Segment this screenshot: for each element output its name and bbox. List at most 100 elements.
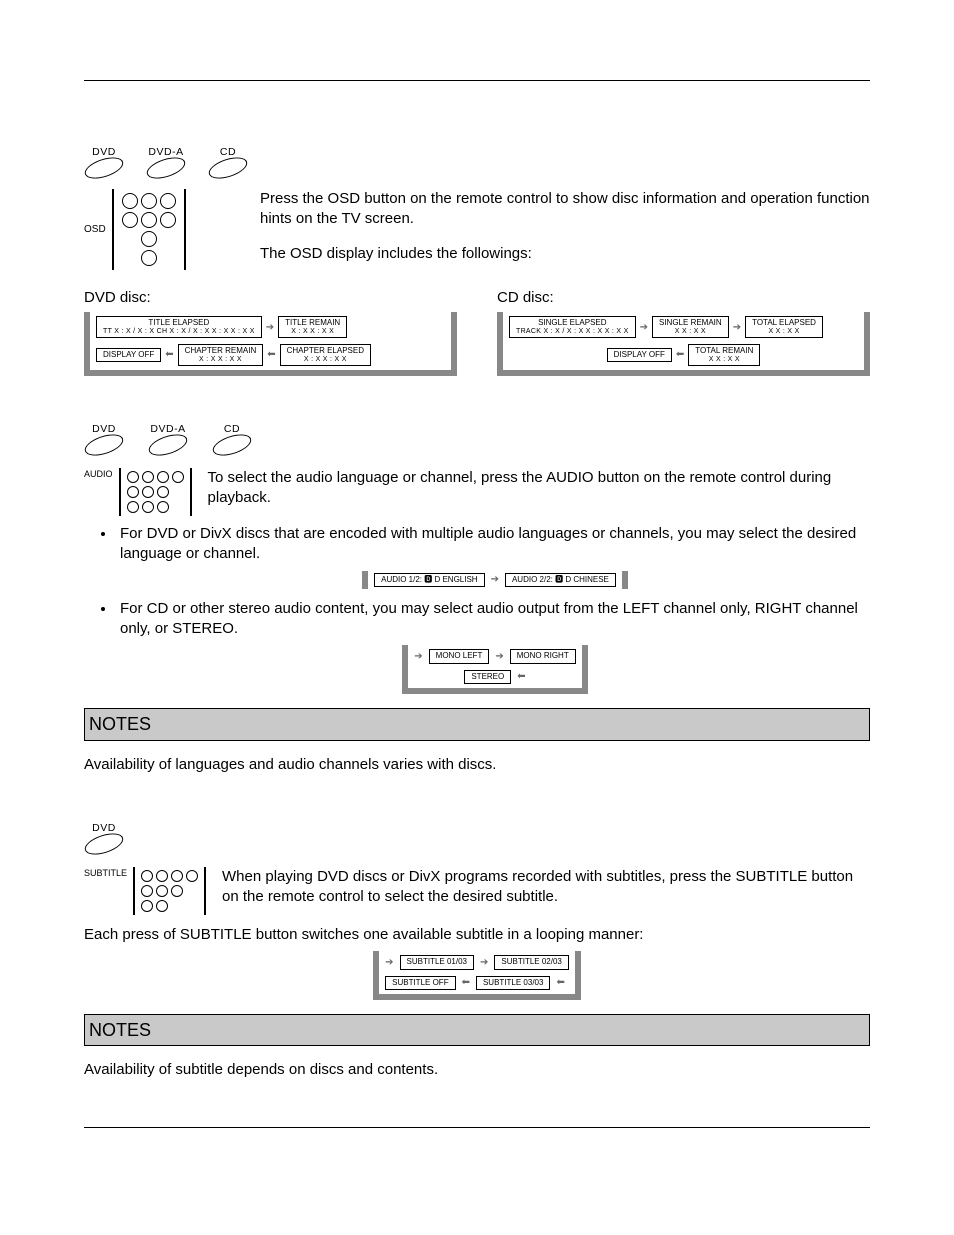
audio-disc-tags: DVD DVD-A CD	[84, 422, 870, 454]
remote-button-icon	[127, 501, 139, 513]
remote-button-icon	[172, 471, 184, 483]
subtitle-label: SUBTITLE	[84, 867, 127, 879]
remote-button-icon	[171, 885, 183, 897]
notes-body: Availability of subtitle depends on disc…	[84, 1060, 870, 1080]
remote-icon	[133, 867, 206, 915]
arrow-right-icon	[491, 573, 499, 587]
remote-button-icon	[160, 212, 176, 228]
remote-button-icon	[157, 501, 169, 513]
state-subtitle-3: SUBTITLE 03/03	[476, 976, 550, 990]
osd-disc-tags: DVD DVD-A CD	[84, 145, 870, 177]
arrow-left-icon	[676, 348, 684, 362]
remote-button-icon	[141, 900, 153, 912]
state-sub: X : X X : X X	[285, 328, 340, 335]
arrow-right-icon	[640, 321, 648, 335]
remote-button-icon	[186, 870, 198, 882]
remote-button-icon	[141, 231, 157, 247]
cd-osd-cycle: SINGLE ELAPSED TRACK X : X / X : X X : X…	[497, 312, 870, 375]
state-display-off-cd: DISPLAY OFF	[607, 348, 672, 362]
osd-paragraph-2: The OSD display includes the followings:	[260, 244, 870, 264]
arrow-right-icon	[385, 956, 393, 970]
dvd-flow-title: DVD disc:	[84, 288, 457, 308]
audio-li1: For DVD or DivX discs that are encoded w…	[120, 525, 856, 562]
audio-list: For DVD or DivX discs that are encoded w…	[116, 524, 870, 694]
remote-button-icon	[141, 885, 153, 897]
remote-button-icon	[122, 193, 138, 209]
tag-cd: CD	[212, 422, 252, 454]
subtitle-cycle: SUBTITLE 01/03 SUBTITLE 02/03 SUBTITLE O…	[373, 951, 581, 1000]
state-label: TITLE ELAPSED	[103, 319, 255, 327]
list-item: For CD or other stereo audio content, yo…	[116, 599, 870, 694]
list-item: For DVD or DivX discs that are encoded w…	[116, 524, 870, 589]
state-label: SINGLE REMAIN	[659, 319, 722, 327]
state-subtitle-2: SUBTITLE 02/03	[494, 955, 568, 969]
subtitle-disc-tags: DVD	[84, 821, 870, 853]
dvd-flow-col: DVD disc: TITLE ELAPSED TT X : X / X : X…	[84, 288, 457, 376]
cd-flow-col: CD disc: SINGLE ELAPSED TRACK X : X / X …	[497, 288, 870, 376]
state-label: SINGLE ELAPSED	[516, 319, 629, 327]
tag-dvd: DVD	[84, 422, 124, 454]
state-display-off: DISPLAY OFF	[96, 348, 161, 362]
remote-button-icon	[156, 885, 168, 897]
remote-button-icon	[122, 212, 138, 228]
remote-button-icon	[127, 486, 139, 498]
osd-flow-pair: DVD disc: TITLE ELAPSED TT X : X / X : X…	[84, 288, 870, 376]
state-audio-english: AUDIO 1/2: 🅳 D ENGLISH	[374, 573, 484, 587]
state-chapter-elapsed: CHAPTER ELAPSED X : X X : X X	[280, 344, 371, 366]
state-stereo: STEREO	[464, 670, 511, 684]
state-label: CHAPTER ELAPSED	[287, 347, 364, 355]
state-label: CHAPTER REMAIN	[185, 347, 257, 355]
state-sub: X : X X : X X	[287, 356, 364, 363]
ellipse-icon	[82, 153, 126, 182]
audio-row: AUDIO To select the audio language or ch…	[84, 468, 870, 516]
state-label: TITLE REMAIN	[285, 319, 340, 327]
stereo-cycle: MONO LEFT MONO RIGHT STEREO	[402, 645, 587, 694]
remote-icon	[112, 189, 186, 270]
state-single-elapsed: SINGLE ELAPSED TRACK X : X / X : X X : X…	[509, 316, 636, 338]
audio-li2: For CD or other stereo audio content, yo…	[120, 600, 858, 637]
state-audio-chinese: AUDIO 2/2: 🅳 D CHINESE	[505, 573, 616, 587]
cd-flow-title: CD disc:	[497, 288, 870, 308]
remote-button-icon	[141, 193, 157, 209]
state-subtitle-off: SUBTITLE OFF	[385, 976, 455, 990]
notes-heading: NOTES	[84, 1014, 870, 1046]
arrow-right-icon	[733, 321, 741, 335]
dvd-osd-cycle: TITLE ELAPSED TT X : X / X : X CH X : X …	[84, 312, 457, 375]
osd-text: Press the OSD button on the remote contr…	[260, 189, 870, 264]
subtitle-remote-illustration: SUBTITLE	[84, 867, 206, 915]
remote-button-icon	[141, 870, 153, 882]
remote-icon	[119, 468, 192, 516]
remote-button-icon	[127, 471, 139, 483]
arrow-left-icon	[462, 976, 470, 990]
state-label: DISPLAY OFF	[103, 351, 154, 359]
arrow-left-icon	[517, 670, 525, 684]
state-subtitle-1: SUBTITLE 01/03	[400, 955, 474, 969]
state-title-remain: TITLE REMAIN X : X X : X X	[278, 316, 347, 338]
state-sub: TT X : X / X : X CH X : X / X : X X : X …	[103, 328, 255, 335]
state-label: TOTAL ELAPSED	[752, 319, 816, 327]
arrow-left-icon	[267, 348, 275, 362]
state-chapter-remain: CHAPTER REMAIN X : X X : X X	[178, 344, 264, 366]
remote-button-icon	[157, 471, 169, 483]
arrow-left-icon	[165, 348, 173, 362]
top-rule	[84, 80, 870, 81]
remote-button-icon	[156, 870, 168, 882]
tag-dvda: DVD-A	[146, 145, 186, 177]
subtitle-paragraph-1: When playing DVD discs or DivX programs …	[222, 867, 870, 908]
state-sub: X : X X : X X	[185, 356, 257, 363]
notes-heading: NOTES	[84, 708, 870, 740]
remote-button-icon	[156, 900, 168, 912]
remote-button-icon	[142, 486, 154, 498]
state-label: TOTAL REMAIN	[695, 347, 753, 355]
osd-remote-illustration: OSD	[84, 189, 224, 270]
state-sub: X X : X X	[752, 328, 816, 335]
tag-dvd: DVD	[84, 821, 124, 853]
remote-button-icon	[160, 193, 176, 209]
arrow-right-icon	[495, 650, 503, 664]
state-label: DISPLAY OFF	[614, 351, 665, 359]
subtitle-row: SUBTITLE When playing DVD discs or DivX …	[84, 867, 870, 915]
audio-intro: To select the audio language or channel,…	[208, 468, 870, 509]
tag-dvda: DVD-A	[148, 422, 188, 454]
ellipse-icon	[82, 430, 126, 459]
arrow-right-icon	[266, 321, 274, 335]
